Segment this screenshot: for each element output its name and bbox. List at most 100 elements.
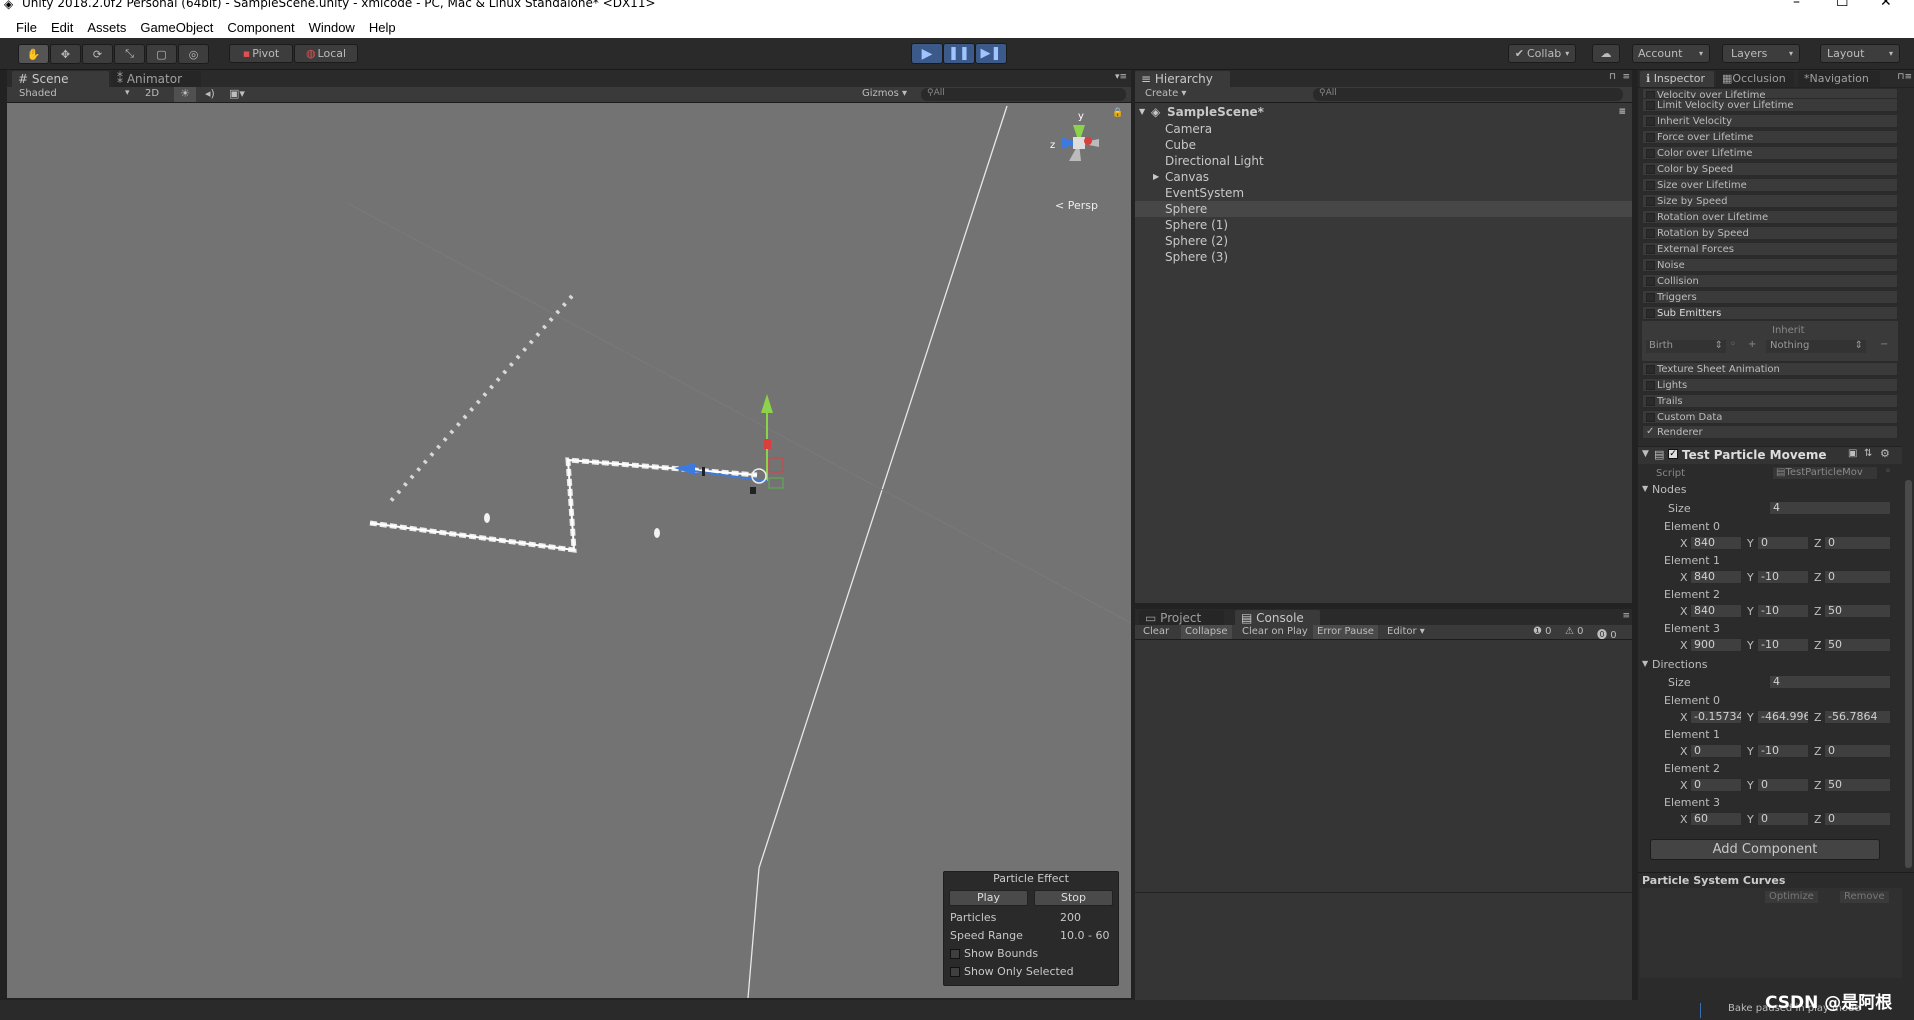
- module-checkbox[interactable]: [1646, 181, 1655, 190]
- particle-play-button[interactable]: Play: [949, 890, 1028, 906]
- account-dropdown[interactable]: Account ▾: [1632, 44, 1710, 63]
- tab-inspector[interactable]: ℹ Inspector: [1640, 71, 1714, 87]
- error-count-toggle[interactable]: ⓿ 0: [1597, 626, 1617, 641]
- lock-icon[interactable]: ⊓: [1609, 72, 1616, 82]
- vector-x-field[interactable]: 0: [1690, 778, 1742, 792]
- hierarchy-item[interactable]: Sphere (2): [1135, 233, 1632, 249]
- hierarchy-item[interactable]: Camera: [1135, 121, 1632, 137]
- module-checkbox[interactable]: [1646, 229, 1655, 238]
- module-lights[interactable]: Lights: [1642, 378, 1898, 392]
- optimize-button[interactable]: Optimize: [1765, 891, 1818, 903]
- console-log-area[interactable]: [1135, 640, 1632, 1000]
- local-toggle[interactable]: ◍ Local: [294, 44, 358, 63]
- maximize-button[interactable]: ☐: [1836, 0, 1849, 10]
- module-inherit-velocity[interactable]: Inherit Velocity: [1642, 114, 1898, 128]
- module-texture-sheet-animation[interactable]: Texture Sheet Animation: [1642, 362, 1898, 376]
- tab-scene[interactable]: # Scene: [12, 71, 109, 87]
- plus-icon[interactable]: +: [1748, 339, 1756, 350]
- close-button[interactable]: ✕: [1880, 0, 1892, 10]
- vector-z-field[interactable]: 50: [1824, 638, 1891, 652]
- module-checkbox[interactable]: [1646, 277, 1655, 286]
- tab-occlusion[interactable]: ▦Occlusion: [1716, 71, 1794, 87]
- panel-menu-icon[interactable]: ≡: [1622, 611, 1630, 621]
- tab-navigation[interactable]: *Navigation: [1798, 71, 1880, 87]
- scene-menu-icon[interactable]: ≡: [1618, 104, 1626, 120]
- module-checkbox[interactable]: [1646, 133, 1655, 142]
- remove-button[interactable]: Remove: [1840, 891, 1889, 903]
- vector-x-field[interactable]: 840: [1690, 536, 1742, 550]
- add-component-button[interactable]: Add Component: [1650, 839, 1880, 860]
- vector-y-field[interactable]: -10: [1757, 638, 1809, 652]
- vector-z-field[interactable]: 50: [1824, 604, 1891, 618]
- panel-menu-icon[interactable]: ≡: [1622, 72, 1630, 82]
- menu-assets[interactable]: Assets: [87, 20, 126, 35]
- module-checkbox[interactable]: [1646, 245, 1655, 254]
- expand-arrow-icon[interactable]: ▶: [1153, 169, 1159, 185]
- module-checkbox[interactable]: [1646, 117, 1655, 126]
- module-checkbox[interactable]: [1646, 149, 1655, 158]
- module-size-by-speed[interactable]: Size by Speed: [1642, 194, 1898, 208]
- module-checkbox[interactable]: [1646, 309, 1655, 318]
- directions-size-field[interactable]: 4: [1769, 675, 1891, 689]
- vector-y-field[interactable]: -10: [1757, 744, 1809, 758]
- module-custom-data[interactable]: Custom Data: [1642, 410, 1898, 424]
- vector-x-field[interactable]: 60: [1690, 812, 1742, 826]
- 2d-toggle[interactable]: 2D: [145, 88, 159, 99]
- collapse-toggle[interactable]: Collapse: [1181, 625, 1232, 639]
- rect-tool-button[interactable]: ▢: [146, 44, 177, 64]
- scene-search-input[interactable]: ⚲All: [921, 88, 1126, 101]
- module-checkbox[interactable]: [1646, 101, 1655, 110]
- vector-x-field[interactable]: 0: [1690, 744, 1742, 758]
- layers-dropdown[interactable]: Layers ▾: [1722, 44, 1800, 63]
- expand-arrow-icon[interactable]: ▼: [1642, 659, 1648, 668]
- panel-menu-icon[interactable]: ▾≡: [1115, 72, 1127, 82]
- lock-icon[interactable]: 🔒: [1112, 107, 1123, 118]
- module-checkbox[interactable]: [1646, 213, 1655, 222]
- vector-y-field[interactable]: -10: [1757, 604, 1809, 618]
- effects-toggle[interactable]: ▣▾: [229, 87, 245, 100]
- module-sub-emitters[interactable]: Sub Emitters: [1642, 306, 1898, 320]
- module-checkbox[interactable]: [1646, 165, 1655, 174]
- vector-x-field[interactable]: 840: [1690, 604, 1742, 618]
- component-enabled-checkbox[interactable]: ✓: [1668, 449, 1678, 459]
- menu-gameobject[interactable]: GameObject: [140, 20, 213, 35]
- warning-count-toggle[interactable]: ⚠ 0: [1565, 626, 1584, 637]
- rotate-tool-button[interactable]: ⟳: [82, 44, 113, 64]
- menu-help[interactable]: Help: [369, 20, 396, 35]
- hierarchy-item[interactable]: Sphere (3): [1135, 249, 1632, 265]
- vector-z-field[interactable]: 0: [1824, 744, 1891, 758]
- collab-dropdown[interactable]: ✔ Collab ▾: [1508, 44, 1576, 63]
- hierarchy-item[interactable]: ▶ Canvas: [1135, 169, 1632, 185]
- module-checkbox[interactable]: [1646, 381, 1655, 390]
- module-checkbox[interactable]: [1646, 261, 1655, 270]
- vector-y-field[interactable]: 0: [1757, 778, 1809, 792]
- vector-z-field[interactable]: 0: [1824, 536, 1891, 550]
- module-checkbox[interactable]: [1646, 197, 1655, 206]
- menu-file[interactable]: File: [16, 20, 37, 35]
- expand-arrow-icon[interactable]: ▼: [1642, 449, 1649, 459]
- vector-z-field[interactable]: 0: [1824, 812, 1891, 826]
- nodes-size-field[interactable]: 4: [1769, 501, 1891, 515]
- vector-y-field[interactable]: 0: [1757, 812, 1809, 826]
- scene-view[interactable]: y z 🔒 < Persp Particle Effect Play Stop …: [7, 103, 1131, 998]
- module-checkbox[interactable]: [1646, 397, 1655, 406]
- editor-dropdown[interactable]: Editor ▾: [1387, 626, 1425, 637]
- module-noise[interactable]: Noise: [1642, 258, 1898, 272]
- help-icon[interactable]: ▣: [1848, 448, 1857, 459]
- inspector-scrollbar[interactable]: [1902, 88, 1914, 868]
- cloud-button[interactable]: ☁: [1592, 44, 1620, 63]
- play-button[interactable]: ▶: [911, 43, 943, 64]
- gear-icon[interactable]: ⚙: [1880, 447, 1890, 460]
- layout-dropdown[interactable]: Layout ▾: [1820, 44, 1900, 63]
- curves-area[interactable]: Optimize Remove: [1640, 888, 1902, 978]
- remove-icon[interactable]: −: [1880, 339, 1888, 350]
- hierarchy-item[interactable]: Sphere (1): [1135, 217, 1632, 233]
- tab-hierarchy[interactable]: ≡ Hierarchy: [1135, 71, 1230, 87]
- vector-z-field[interactable]: -56.7864: [1824, 710, 1891, 724]
- expand-arrow-icon[interactable]: ▼: [1139, 104, 1145, 120]
- audio-toggle[interactable]: ◂): [205, 87, 215, 100]
- module-color-by-speed[interactable]: Color by Speed: [1642, 162, 1898, 176]
- transform-tool-button[interactable]: ◎: [178, 44, 209, 64]
- module-external-forces[interactable]: External Forces: [1642, 242, 1898, 256]
- pause-button[interactable]: ❚❚: [943, 43, 975, 64]
